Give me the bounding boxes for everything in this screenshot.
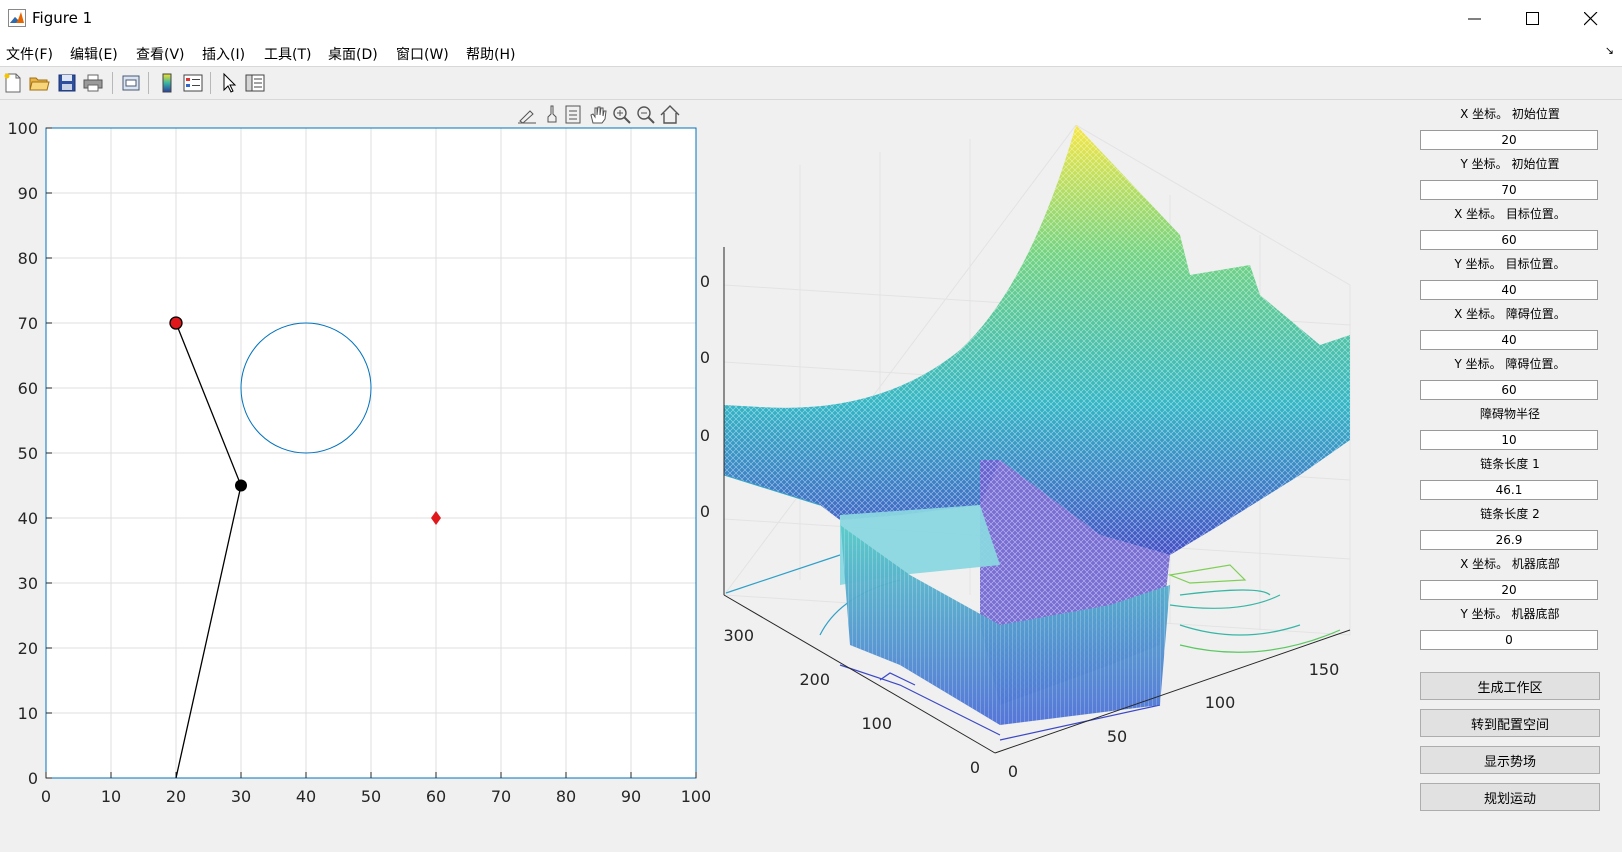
y-tick-label: 10 <box>18 704 38 723</box>
print-icon[interactable] <box>82 72 104 94</box>
x-tick-label: 100 <box>1205 693 1236 712</box>
maximize-icon <box>1526 12 1539 25</box>
y-goal-input[interactable] <box>1420 280 1598 300</box>
y-tick-label: 40 <box>18 509 38 528</box>
show-potential-field-button[interactable]: 显示势场 <box>1420 746 1600 774</box>
insert-legend-icon[interactable] <box>182 72 204 94</box>
x-tick-label: 90 <box>621 787 641 806</box>
menu-bar: 文件(F) 编辑(E) 查看(V) 插入(I) 工具(T) 桌面(D) 窗口(W… <box>0 38 1622 67</box>
menu-help[interactable]: 帮助(H) <box>466 44 515 64</box>
y-base-input[interactable] <box>1420 630 1598 650</box>
z-tick-label: 500 <box>700 502 710 521</box>
minimize-icon <box>1468 18 1481 20</box>
x-start-input[interactable] <box>1420 130 1598 150</box>
save-icon[interactable] <box>56 72 78 94</box>
x-base-input[interactable] <box>1420 580 1598 600</box>
new-figure-icon[interactable] <box>2 72 24 94</box>
edit-plot-icon[interactable] <box>218 72 240 94</box>
dock-arrow-icon[interactable]: ↘ <box>1605 44 1614 57</box>
y-tick-label: 70 <box>18 314 38 333</box>
plan-motion-button[interactable]: 规划运动 <box>1420 783 1600 811</box>
close-button[interactable] <box>1562 0 1620 38</box>
x-tick-label: 40 <box>296 787 316 806</box>
link-length-1-input[interactable] <box>1420 480 1598 500</box>
x-tick-label: 60 <box>426 787 446 806</box>
close-icon <box>1584 12 1598 26</box>
figure-toolbar <box>0 67 1622 100</box>
x-tick-label: 50 <box>361 787 381 806</box>
minimize-button[interactable] <box>1446 0 1504 38</box>
z-tick-label: 2000 <box>700 272 710 291</box>
start-position-marker <box>169 316 183 330</box>
y-tick-label: 0 <box>28 769 38 788</box>
z-tick-label: 1500 <box>700 348 710 367</box>
arm-joint-marker <box>235 479 247 492</box>
y-base-label: Y 坐标。 机器底部 <box>1460 607 1560 621</box>
z-tick-label: 1000 <box>700 426 710 445</box>
x-tick-label: 0 <box>1008 762 1018 781</box>
link-length-2-input[interactable] <box>1420 530 1598 550</box>
y-start-label: Y 坐标。 初始位置 <box>1460 157 1560 171</box>
x-tick-label: 80 <box>556 787 576 806</box>
toolbar-separator <box>148 72 149 94</box>
toolbar-separator <box>112 72 113 94</box>
matlab-logo-icon <box>8 9 26 27</box>
menu-tools[interactable]: 工具(T) <box>264 44 311 64</box>
y-tick-label: 100 <box>7 119 38 138</box>
link-length-1-label: 链条长度 1 <box>1480 457 1540 471</box>
x-tick-label: 20 <box>166 787 186 806</box>
obstacle-radius-label: 障碍物半径 <box>1479 407 1540 421</box>
surface-mesh <box>723 125 1350 725</box>
toolbar-separator <box>210 72 211 94</box>
x-tick-label: 150 <box>1309 660 1340 679</box>
y-tick-label: 300 <box>723 626 754 645</box>
property-inspector-icon[interactable] <box>244 72 266 94</box>
obstacle-radius-input[interactable] <box>1420 430 1598 450</box>
y-tick-label: 90 <box>18 184 38 203</box>
link-plot-icon[interactable] <box>120 72 142 94</box>
x-tick-label: 10 <box>101 787 121 806</box>
y-tick-label: 100 <box>861 714 892 733</box>
x-base-label: X 坐标。 机器底部 <box>1460 557 1560 571</box>
y-tick-label: 0 <box>970 758 980 777</box>
generate-workspace-button[interactable]: 生成工作区 <box>1420 672 1600 700</box>
y-tick-label: 30 <box>18 574 38 593</box>
link-length-2-label: 链条长度 2 <box>1480 507 1540 521</box>
x-obstacle-label: X 坐标。 障碍位置。 <box>1454 307 1566 321</box>
y-tick-label: 200 <box>799 670 830 689</box>
x-tick-label: 0 <box>41 787 51 806</box>
x-goal-label: X 坐标。 目标位置。 <box>1454 207 1566 221</box>
insert-colorbar-icon[interactable] <box>156 72 178 94</box>
menu-window[interactable]: 窗口(W) <box>396 44 449 64</box>
maximize-button[interactable] <box>1504 0 1562 38</box>
potential-field-surface-axes[interactable]: 500 1000 1500 2000 0 100 200 300 0 50 100 150 <box>700 125 1400 805</box>
menu-view[interactable]: 查看(V) <box>136 44 185 64</box>
y-obstacle-input[interactable] <box>1420 380 1598 400</box>
y-start-input[interactable] <box>1420 180 1598 200</box>
x-goal-input[interactable] <box>1420 230 1598 250</box>
menu-desktop[interactable]: 桌面(D) <box>328 44 378 64</box>
config-space-button[interactable]: 转到配置空间 <box>1420 709 1600 737</box>
x-tick-label: 70 <box>491 787 511 806</box>
menu-insert[interactable]: 插入(I) <box>202 44 245 64</box>
menu-file[interactable]: 文件(F) <box>6 44 53 64</box>
y-obstacle-label: Y 坐标。 障碍位置。 <box>1454 357 1566 371</box>
x-tick-label: 30 <box>231 787 251 806</box>
y-tick-label: 60 <box>18 379 38 398</box>
y-tick-label: 50 <box>18 444 38 463</box>
title-bar: Figure 1 <box>0 0 1622 38</box>
y-tick-label: 80 <box>18 249 38 268</box>
y-tick-label: 20 <box>18 639 38 658</box>
open-icon[interactable] <box>28 72 50 94</box>
window-title: Figure 1 <box>32 9 93 27</box>
y-goal-label: Y 坐标。 目标位置。 <box>1454 257 1566 271</box>
x-start-label: X 坐标。 初始位置 <box>1460 107 1560 121</box>
x-tick-label: 50 <box>1107 727 1127 746</box>
menu-edit[interactable]: 编辑(E) <box>70 44 118 64</box>
x-obstacle-input[interactable] <box>1420 330 1598 350</box>
workspace-axes[interactable]: 0 10 20 30 40 50 60 70 80 90 100010203040506070809… <box>0 100 710 812</box>
